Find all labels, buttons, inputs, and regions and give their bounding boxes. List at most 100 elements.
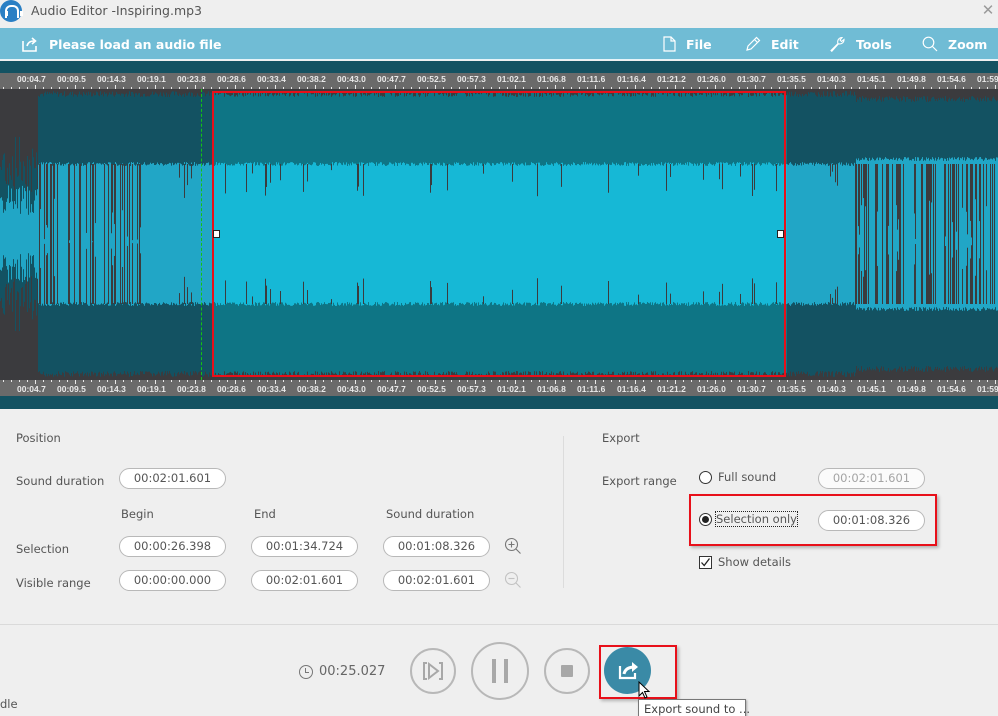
play-selection-button[interactable] xyxy=(410,648,456,694)
wave-envelope-inner xyxy=(145,164,146,304)
visible-begin-field[interactable]: 00:00:00.000 xyxy=(119,570,226,591)
wave-envelope-inner xyxy=(130,165,131,303)
ruler-tick xyxy=(819,380,820,382)
ruler-tick xyxy=(963,380,964,382)
ruler-tick xyxy=(539,380,540,382)
selection-begin-field[interactable]: 00:00:26.398 xyxy=(119,536,226,557)
wave-spike xyxy=(90,212,91,304)
wave-envelope-inner xyxy=(55,162,56,306)
close-icon[interactable]: ✕ xyxy=(980,2,996,18)
wave-spike xyxy=(191,292,192,304)
ruler-tick xyxy=(99,380,100,382)
selection-duration-field[interactable]: 00:01:08.326 xyxy=(383,536,490,557)
wave-spike xyxy=(837,164,838,186)
zoom-in-icon[interactable] xyxy=(504,537,522,555)
wave-spike xyxy=(861,164,862,206)
wave-spike xyxy=(944,218,945,304)
show-details-checkbox[interactable] xyxy=(699,556,712,569)
wave-envelope-inner xyxy=(993,158,994,310)
ruler-tick-label: 00:43.0 xyxy=(337,384,366,394)
wave-spike xyxy=(992,215,993,304)
ruler-tick-label: 01:49.8 xyxy=(897,384,926,394)
wave-envelope-inner xyxy=(819,164,820,304)
menu-file[interactable]: File xyxy=(663,28,712,60)
wave-spike xyxy=(979,258,980,304)
zoom-out-icon[interactable] xyxy=(504,571,522,589)
ruler-tick xyxy=(811,380,812,382)
wave-envelope-inner xyxy=(786,163,787,305)
wave-spike xyxy=(975,275,976,304)
selection-region[interactable] xyxy=(212,91,786,377)
selection-start-handle[interactable] xyxy=(213,230,220,238)
show-details-label[interactable]: Show details xyxy=(718,555,791,569)
visible-end-field[interactable]: 00:02:01.601 xyxy=(251,570,358,591)
wave-envelope-inner xyxy=(1,197,2,271)
ruler-tick xyxy=(83,380,84,382)
ruler-tick-label: 01:21.2 xyxy=(657,384,686,394)
wave-spike xyxy=(832,297,833,304)
audio-editor-window: Audio Editor -Inspiring.mp3 ✕ Please loa… xyxy=(0,0,998,716)
ruler-tick xyxy=(27,380,28,382)
wave-envelope-inner xyxy=(977,159,978,309)
wave-envelope-inner xyxy=(76,165,77,303)
ruler-tick xyxy=(355,380,356,384)
wave-envelope-inner xyxy=(918,157,919,311)
ruler-tick-label: 00:14.3 xyxy=(97,384,126,394)
wave-envelope-inner xyxy=(197,165,198,303)
wave-envelope-inner xyxy=(874,160,875,308)
wave-envelope-inner xyxy=(107,165,108,303)
wave-envelope-inner xyxy=(889,160,890,308)
waveform-canvas[interactable] xyxy=(0,89,998,380)
ruler-tick xyxy=(323,380,324,382)
wave-spike xyxy=(876,250,877,304)
full-sound-radio[interactable] xyxy=(699,471,712,484)
menu-zoom-label: Zoom xyxy=(948,36,988,52)
sound-duration-field: 00:02:01.601 xyxy=(119,468,226,489)
wave-envelope-inner xyxy=(891,159,892,309)
wave-envelope-inner xyxy=(70,165,71,303)
menu-zoom[interactable]: Zoom xyxy=(922,28,987,60)
wave-spike xyxy=(859,164,860,235)
pause-button[interactable] xyxy=(471,642,529,700)
wave-envelope-inner xyxy=(873,159,874,309)
ruler-tick xyxy=(187,380,188,382)
selection-end-field[interactable]: 00:01:34.724 xyxy=(251,536,358,557)
wave-spike xyxy=(57,211,58,304)
wave-spike xyxy=(980,216,981,304)
selection-only-radio[interactable] xyxy=(699,513,712,526)
wave-envelope-inner xyxy=(910,160,911,308)
ruler-tick xyxy=(267,380,268,382)
menu-tools[interactable]: Tools xyxy=(829,28,892,60)
menu-edit[interactable]: Edit xyxy=(745,28,799,60)
wave-spike xyxy=(979,164,980,222)
wave-envelope-inner xyxy=(792,164,793,304)
wave-envelope-inner xyxy=(827,163,828,305)
time-ruler-bottom[interactable]: 00:04.7 00:09.5 00:14.3 00:19.1 00:23.8 00:28… xyxy=(0,380,998,396)
wave-envelope-inner xyxy=(134,164,135,304)
wave-spike xyxy=(954,164,955,214)
wave-envelope-inner xyxy=(173,165,174,303)
ruler-tick xyxy=(723,380,724,382)
selection-end-handle[interactable] xyxy=(777,230,784,238)
visible-duration-field[interactable]: 00:02:01.601 xyxy=(383,570,490,591)
wave-spike xyxy=(896,271,897,304)
time-ruler-top[interactable]: 00:04.7 00:09.5 00:14.3 00:19.1 00:23.8 00:28… xyxy=(0,73,998,89)
wave-envelope-inner xyxy=(826,163,827,305)
wave-envelope-inner xyxy=(37,189,38,279)
wave-envelope-inner xyxy=(862,158,863,310)
wave-envelope-inner xyxy=(852,164,853,304)
wave-envelope-inner xyxy=(984,159,985,309)
selection-only-label[interactable]: Selection only xyxy=(715,511,798,527)
load-audio-button[interactable]: Please load an audio file xyxy=(22,28,221,60)
playhead-line[interactable] xyxy=(201,89,202,380)
wave-spike xyxy=(970,164,971,221)
wave-spike xyxy=(79,237,80,304)
ruler-tick-label: 01:54.6 xyxy=(937,384,966,394)
wave-envelope-inner xyxy=(123,165,124,303)
wave-envelope-inner xyxy=(210,164,211,304)
export-section-title: Export xyxy=(602,431,640,445)
full-sound-label[interactable]: Full sound xyxy=(718,470,776,484)
wave-envelope-inner xyxy=(36,195,37,273)
wave-envelope-inner xyxy=(118,165,119,303)
stop-button[interactable] xyxy=(544,648,590,694)
